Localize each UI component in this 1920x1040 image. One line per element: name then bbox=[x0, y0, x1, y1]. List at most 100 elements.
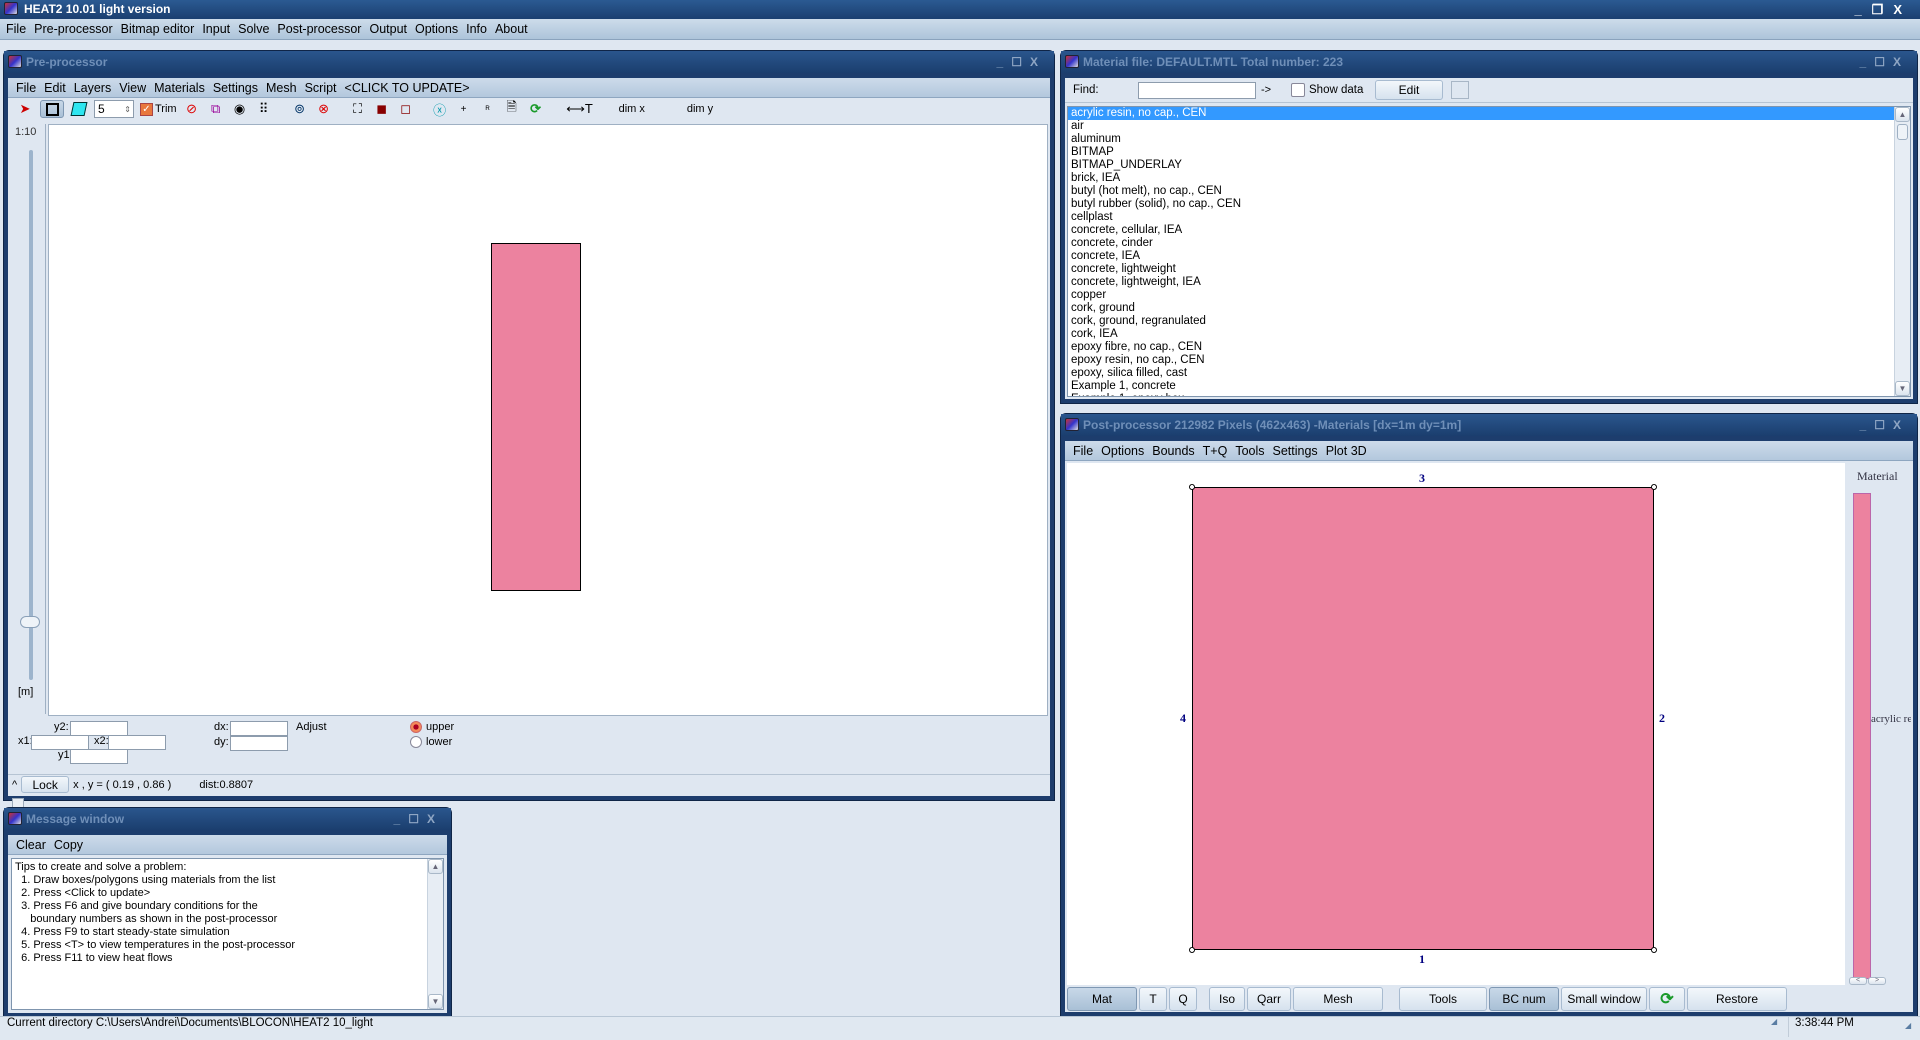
lock-button[interactable]: Lock bbox=[21, 776, 70, 793]
dim-x-button[interactable]: dim x bbox=[619, 103, 645, 115]
message-menu-item-clear[interactable]: Clear bbox=[12, 838, 50, 852]
close-icon[interactable]: X bbox=[1030, 55, 1046, 69]
x1-input[interactable] bbox=[31, 735, 89, 750]
post-menu-item-tools[interactable]: Tools bbox=[1231, 444, 1268, 458]
material-list[interactable]: acrylic resin, no cap., CEN air aluminum BI… bbox=[1067, 106, 1911, 397]
find-next-button[interactable]: -> bbox=[1261, 84, 1271, 96]
post-menu-item-bounds[interactable]: Bounds bbox=[1148, 444, 1198, 458]
trim-checkbox[interactable]: ✓ Trim bbox=[140, 102, 177, 116]
main-menu-pre-processor[interactable]: Pre-processor bbox=[30, 22, 117, 36]
material-list-item[interactable]: cellplast bbox=[1068, 211, 1910, 224]
layer-select-icon[interactable]: ⧉ bbox=[207, 100, 225, 118]
show-data-checkbox[interactable] bbox=[1291, 83, 1305, 97]
spin-arrows-icon[interactable]: ⇕ bbox=[124, 105, 133, 114]
dx-input[interactable] bbox=[230, 721, 288, 736]
radio-lower[interactable]: lower bbox=[410, 736, 452, 748]
polygon-tool-icon[interactable] bbox=[70, 100, 88, 118]
material-list-item[interactable]: BITMAP_UNDERLAY bbox=[1068, 159, 1910, 172]
material-list-item[interactable]: epoxy, silica filled, cast bbox=[1068, 367, 1910, 380]
main-menu-bitmap-editor[interactable]: Bitmap editor bbox=[117, 22, 199, 36]
close-icon[interactable]: X bbox=[1893, 55, 1909, 69]
material-list-item[interactable]: brick, IEA bbox=[1068, 172, 1910, 185]
post-button-restore[interactable]: Restore bbox=[1687, 987, 1787, 1011]
pre-menu-item-edit[interactable]: Edit bbox=[40, 81, 70, 95]
no-view-icon[interactable]: ⊗ bbox=[315, 100, 333, 118]
send-back-icon[interactable]: ◻ bbox=[397, 100, 415, 118]
refresh-icon[interactable]: ⟳ bbox=[527, 100, 545, 118]
post-button-t[interactable]: T bbox=[1139, 987, 1167, 1011]
message-scrollbar[interactable]: ▲ ▼ bbox=[427, 859, 443, 1009]
material-list-item[interactable]: epoxy resin, no cap., CEN bbox=[1068, 354, 1910, 367]
post-menu-item-plot-3d[interactable]: Plot 3D bbox=[1322, 444, 1371, 458]
material-list-item[interactable]: acrylic resin, no cap., CEN bbox=[1068, 107, 1910, 120]
minimize-icon[interactable]: _ bbox=[1860, 55, 1875, 69]
material-list-item[interactable]: concrete, cinder bbox=[1068, 237, 1910, 250]
post-menu-item-t-q[interactable]: T+Q bbox=[1199, 444, 1232, 458]
main-menu-options[interactable]: Options bbox=[411, 22, 462, 36]
layer-spin-input[interactable]: 5 ⇕ bbox=[94, 100, 134, 118]
color-swatch[interactable] bbox=[1451, 81, 1469, 99]
material-list-item[interactable]: cork, ground bbox=[1068, 302, 1910, 315]
pre-menu-item-mesh[interactable]: Mesh bbox=[262, 81, 301, 95]
scroll-up-icon[interactable]: ▲ bbox=[428, 859, 443, 874]
zoom-slider-thumb[interactable] bbox=[20, 616, 40, 628]
post-button-mat[interactable]: Mat bbox=[1067, 987, 1137, 1011]
pre-menu-item-settings[interactable]: Settings bbox=[209, 81, 262, 95]
pre-menu-item-script[interactable]: Script bbox=[301, 81, 341, 95]
dy-input[interactable] bbox=[230, 736, 288, 751]
material-rectangle[interactable] bbox=[491, 243, 581, 591]
y1-input[interactable] bbox=[70, 749, 128, 764]
post-button-iso[interactable]: Iso bbox=[1209, 987, 1245, 1011]
rectangle-tool-icon[interactable] bbox=[40, 100, 64, 118]
post-button-small-window[interactable]: Small window bbox=[1561, 987, 1647, 1011]
palette-icon[interactable]: ◉ bbox=[231, 100, 249, 118]
close-icon[interactable]: X bbox=[1893, 2, 1912, 17]
material-list-item[interactable]: concrete, IEA bbox=[1068, 250, 1910, 263]
material-list-item[interactable]: butyl (hot melt), no cap., CEN bbox=[1068, 185, 1910, 198]
dimension-icon[interactable]: ⟷T bbox=[565, 100, 595, 118]
add-icon[interactable]: + bbox=[455, 100, 473, 118]
expand-caret[interactable]: ^ bbox=[8, 779, 21, 791]
material-list-item[interactable]: Example 1, epoxy box bbox=[1068, 393, 1910, 396]
material-list-item[interactable]: BITMAP bbox=[1068, 146, 1910, 159]
zoom-slider-track[interactable] bbox=[29, 150, 33, 680]
main-menu-output[interactable]: Output bbox=[365, 22, 411, 36]
main-menu-input[interactable]: Input bbox=[198, 22, 234, 36]
material-region[interactable] bbox=[1192, 487, 1654, 950]
minimize-icon[interactable]: _ bbox=[1860, 418, 1875, 432]
scroll-down-icon[interactable]: ▼ bbox=[428, 994, 443, 1009]
material-list-item[interactable]: concrete, lightweight bbox=[1068, 263, 1910, 276]
adjust-button[interactable]: Adjust bbox=[296, 721, 327, 733]
maximize-icon[interactable]: ☐ bbox=[1874, 55, 1893, 69]
zoom-view-icon[interactable]: ⊚ bbox=[291, 100, 309, 118]
material-list-item[interactable]: cork, IEA bbox=[1068, 328, 1910, 341]
minimize-icon[interactable]: _ bbox=[394, 812, 409, 826]
material-list-item[interactable]: butyl rubber (solid), no cap., CEN bbox=[1068, 198, 1910, 211]
main-menu-solve[interactable]: Solve bbox=[234, 22, 273, 36]
pre-menu-item-file[interactable]: File bbox=[12, 81, 40, 95]
scroll-thumb[interactable] bbox=[1897, 124, 1908, 140]
restore-icon[interactable]: ❐ bbox=[1872, 2, 1894, 17]
post-button-q[interactable]: Q bbox=[1169, 987, 1197, 1011]
pre-menu-item-view[interactable]: View bbox=[115, 81, 150, 95]
grid-points-icon[interactable]: ⠿ bbox=[255, 100, 273, 118]
postprocessor-canvas[interactable]: 3 2 1 4 bbox=[1067, 463, 1845, 985]
material-list-item[interactable]: copper bbox=[1068, 289, 1910, 302]
material-list-item[interactable]: concrete, cellular, IEA bbox=[1068, 224, 1910, 237]
x2-input[interactable] bbox=[108, 735, 166, 750]
post-menu-item-options[interactable]: Options bbox=[1097, 444, 1148, 458]
material-list-scrollbar[interactable]: ▲ ▼ bbox=[1894, 107, 1910, 396]
post-menu-item-settings[interactable]: Settings bbox=[1269, 444, 1322, 458]
legend-scroll[interactable]: < > bbox=[1849, 977, 1886, 985]
maximize-icon[interactable]: ☐ bbox=[1011, 55, 1030, 69]
fit-view-icon[interactable]: ⛶ bbox=[349, 100, 367, 118]
post-button-tools[interactable]: Tools bbox=[1399, 987, 1487, 1011]
pre-menu-item-layers[interactable]: Layers bbox=[70, 81, 116, 95]
message-menu-item-copy[interactable]: Copy bbox=[50, 838, 87, 852]
material-list-item[interactable]: epoxy fibre, no cap., CEN bbox=[1068, 341, 1910, 354]
material-list-item[interactable]: cork, ground, regranulated bbox=[1068, 315, 1910, 328]
main-menu-post-processor[interactable]: Post-processor bbox=[273, 22, 365, 36]
post-button-mesh[interactable]: Mesh bbox=[1293, 987, 1383, 1011]
scroll-down-icon[interactable]: ▼ bbox=[1895, 381, 1910, 396]
close-icon[interactable]: X bbox=[1893, 418, 1909, 432]
